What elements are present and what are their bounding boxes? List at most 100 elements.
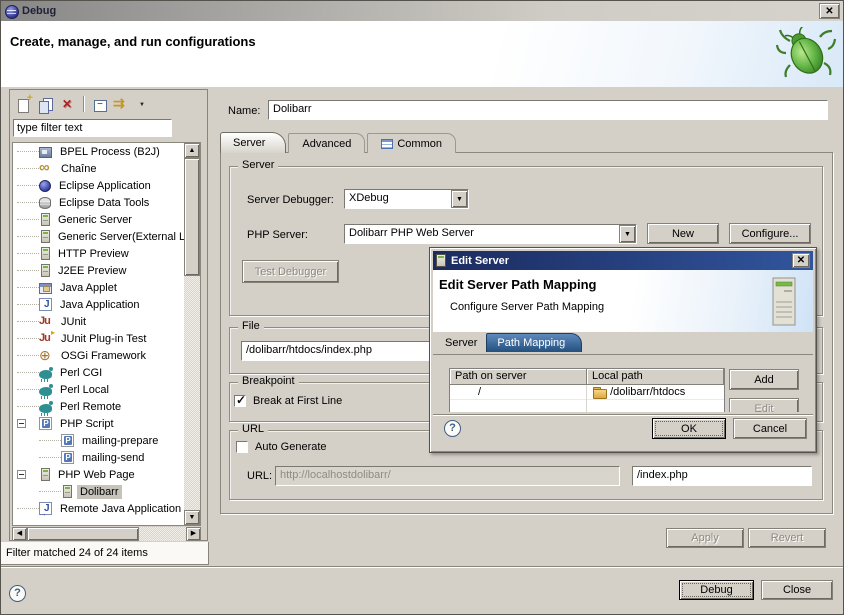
- help-icon[interactable]: ?: [9, 585, 26, 602]
- server-tower-icon: [770, 277, 798, 327]
- tree-item-http-preview[interactable]: HTTP Preview: [13, 245, 184, 262]
- apply-button[interactable]: Apply: [666, 528, 744, 548]
- tree-connector: [17, 372, 39, 373]
- table-row-empty[interactable]: [450, 400, 724, 412]
- tree-vertical-scrollbar[interactable]: ▲ ▼: [184, 143, 200, 525]
- tree-item-eclipse-application[interactable]: Eclipse Application: [13, 177, 184, 194]
- window-close-button[interactable]: ✕: [819, 3, 840, 19]
- edit-mapping-button[interactable]: Edit: [729, 398, 799, 412]
- auto-generate-label: Auto Generate: [255, 441, 327, 453]
- delete-config-icon[interactable]: [59, 96, 76, 113]
- tab-server[interactable]: Server: [220, 132, 286, 153]
- scroll-down-button[interactable]: ▼: [184, 510, 200, 525]
- close-button[interactable]: Close: [761, 580, 833, 600]
- tab-common[interactable]: Common: [367, 133, 456, 153]
- config-toolbar: [12, 92, 152, 116]
- folder-icon: [593, 387, 606, 397]
- tree-item-eclipse-data-tools[interactable]: Eclipse Data Tools: [13, 194, 184, 211]
- edit-server-titlebar[interactable]: Edit Server ✕: [433, 251, 813, 270]
- tree-item-mailing-send[interactable]: mailing-send: [13, 449, 184, 466]
- junit-icon: [39, 315, 53, 329]
- java-applet-icon: [39, 283, 52, 294]
- tree-item-j2ee-preview[interactable]: J2EE Preview: [13, 262, 184, 279]
- tree-item-osgi-framework[interactable]: OSGi Framework: [13, 347, 184, 364]
- tree-item-dolibarr[interactable]: Dolibarr: [13, 483, 184, 500]
- new-server-button[interactable]: New: [647, 223, 719, 244]
- chain-icon: [39, 162, 53, 176]
- php-script-icon: [39, 417, 52, 430]
- column-path-on-server[interactable]: Path on server: [450, 369, 587, 385]
- revert-button[interactable]: Revert: [748, 528, 826, 548]
- scroll-up-button[interactable]: ▲: [184, 143, 200, 158]
- tree-connector: [17, 168, 39, 169]
- scroll-thumb-horizontal[interactable]: [27, 527, 139, 541]
- tab-server-settings[interactable]: Server: [436, 334, 486, 352]
- scroll-thumb[interactable]: [184, 158, 200, 276]
- tab-advanced[interactable]: Advanced: [288, 133, 365, 153]
- collapse-all-icon[interactable]: [91, 96, 108, 113]
- debug-button[interactable]: Debug: [679, 580, 754, 600]
- url-path-input[interactable]: /index.php: [632, 466, 812, 486]
- launch-types-panel: type filter text BPEL Process (B2J)Chaîn…: [9, 89, 208, 541]
- collapse-expander-icon[interactable]: [17, 419, 26, 428]
- tree-item-perl-cgi[interactable]: Perl CGI: [13, 364, 184, 381]
- tree-item-bpel-process-b2j[interactable]: BPEL Process (B2J): [13, 143, 184, 160]
- tree-item-remote-java-application[interactable]: Remote Java Application: [13, 500, 184, 517]
- cancel-button[interactable]: Cancel: [733, 418, 807, 439]
- server-group-title: Server: [238, 159, 278, 171]
- tree-item-generic-server[interactable]: Generic Server: [13, 211, 184, 228]
- collapse-expander-icon[interactable]: [17, 470, 26, 479]
- tree-item-junit-plug-in-test[interactable]: JUnit Plug-in Test: [13, 330, 184, 347]
- test-debugger-button[interactable]: Test Debugger: [242, 260, 339, 283]
- new-config-icon[interactable]: [15, 96, 32, 113]
- edit-server-title: Edit Server: [451, 255, 509, 267]
- path-mapping-table[interactable]: Path on server Local path / /dolibarr/ht…: [449, 368, 725, 412]
- tree-item-generic-server-external-la[interactable]: Generic Server(External La: [13, 228, 184, 245]
- bpel-process-icon: [39, 147, 52, 158]
- server-debugger-combo[interactable]: XDebug ▼: [344, 189, 469, 209]
- tree-item-php-web-page[interactable]: PHP Web Page: [13, 466, 184, 483]
- tree-item-java-applet[interactable]: Java Applet: [13, 279, 184, 296]
- tree-connector: [17, 406, 39, 407]
- configure-server-button[interactable]: Configure...: [729, 223, 811, 244]
- break-first-line-checkbox[interactable]: [234, 395, 246, 407]
- tree-item-label: HTTP Preview: [55, 247, 132, 261]
- base-url-input[interactable]: http://localhostdolibarr/: [275, 466, 620, 486]
- auto-generate-checkbox[interactable]: [236, 441, 248, 453]
- duplicate-config-icon[interactable]: [37, 96, 54, 113]
- scroll-right-button[interactable]: ▶: [186, 527, 201, 541]
- filter-input[interactable]: type filter text: [13, 119, 172, 137]
- perl-icon: [39, 404, 52, 413]
- tree-item-java-application[interactable]: Java Application: [13, 296, 184, 313]
- name-input[interactable]: Dolibarr: [268, 100, 828, 120]
- break-first-line-label: Break at First Line: [253, 395, 342, 407]
- table-row[interactable]: / /dolibarr/htdocs: [450, 385, 724, 400]
- tree-item-label: PHP Web Page: [55, 468, 138, 482]
- filter-launch-icon[interactable]: [113, 96, 130, 113]
- column-local-path[interactable]: Local path: [587, 369, 724, 385]
- menu-dropdown-icon[interactable]: [135, 96, 152, 113]
- edit-server-close-button[interactable]: ✕: [792, 253, 810, 268]
- breakpoint-group-title: Breakpoint: [238, 375, 299, 387]
- tree-item-php-script[interactable]: PHP Script: [13, 415, 184, 432]
- tree-item-label: mailing-send: [79, 451, 147, 465]
- tree-item-junit[interactable]: JUnit: [13, 313, 184, 330]
- dialog-help-icon[interactable]: ?: [444, 420, 461, 437]
- tree-item-perl-remote[interactable]: Perl Remote: [13, 398, 184, 415]
- dialog-header: Create, manage, and run configurations: [1, 21, 843, 87]
- tree-item-label: Remote Java Application: [57, 502, 184, 516]
- combo-dropdown-icon[interactable]: ▼: [451, 190, 468, 208]
- debug-bug-icon: [776, 27, 836, 79]
- ok-button[interactable]: OK: [652, 418, 726, 439]
- tree-item-cha-ne[interactable]: Chaîne: [13, 160, 184, 177]
- tree-horizontal-scrollbar[interactable]: ◀ ▶: [12, 527, 201, 541]
- tree-item-perl-local[interactable]: Perl Local: [13, 381, 184, 398]
- php-web-icon: [63, 485, 72, 498]
- window-titlebar[interactable]: Debug ✕: [1, 1, 843, 21]
- add-mapping-button[interactable]: Add: [729, 369, 799, 390]
- tree-item-mailing-prepare[interactable]: mailing-prepare: [13, 432, 184, 449]
- tab-path-mapping[interactable]: Path Mapping: [486, 333, 582, 352]
- php-server-combo[interactable]: Dolibarr PHP Web Server ▼: [344, 224, 637, 244]
- scroll-left-button[interactable]: ◀: [12, 527, 27, 541]
- combo-dropdown-icon[interactable]: ▼: [619, 225, 636, 243]
